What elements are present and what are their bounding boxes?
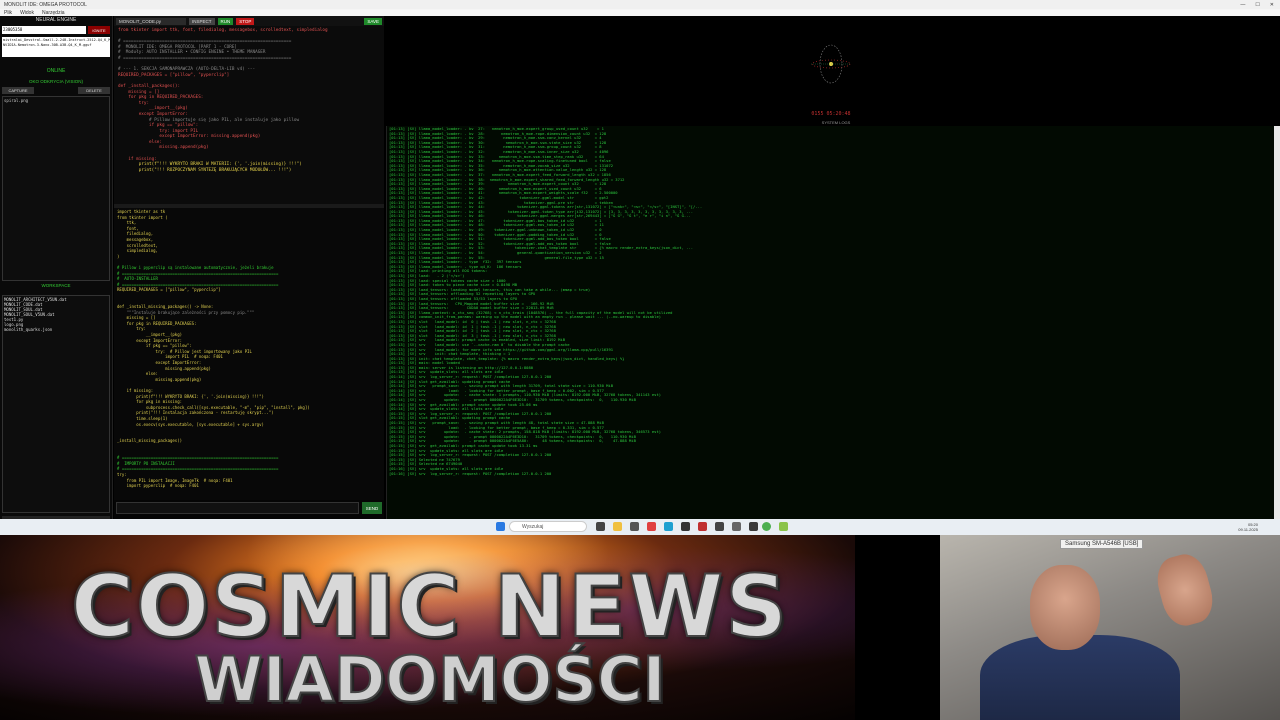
- engine-title: NEURAL ENGINE: [35, 17, 77, 23]
- tab-file[interactable]: MONOLIT_CODE.py: [116, 17, 186, 25]
- banner-edge: [855, 535, 940, 720]
- neural-visualizer: 0155 05:20:48 SYSTEM LOGS: [386, 16, 1280, 126]
- app-icon[interactable]: [732, 522, 741, 531]
- presenter-head: [1030, 565, 1100, 650]
- app-icon[interactable]: [749, 522, 758, 531]
- engine-status: ONLINE: [46, 68, 66, 74]
- list-item[interactable]: monolith_quarks.json: [4, 327, 108, 332]
- camera-device-label: Samsung SM-A546B [USB]: [1060, 539, 1144, 549]
- taskbar-clock[interactable]: 05:20 09.11.2025: [1238, 522, 1258, 532]
- orb-visual: [811, 44, 851, 84]
- windows-start-icon[interactable]: [496, 522, 505, 531]
- banner-subtitle: WIADOMOŚCI: [193, 642, 666, 717]
- file-explorer-icon[interactable]: [613, 522, 622, 531]
- stop-button[interactable]: STOP: [236, 17, 255, 25]
- cosmic-news-banner: COSMIC NEWS WIADOMOŚCI: [0, 535, 940, 720]
- command-input[interactable]: [116, 502, 359, 514]
- send-button[interactable]: SEND: [362, 502, 382, 514]
- ignite-button[interactable]: IGNITE: [88, 26, 110, 34]
- terminal-line: [01:16] [SV] srv log_server_r: request: …: [389, 470, 552, 476]
- window-titlebar: MONOLIT IDE: OMEGA PROTOCOL — ☐ ✕: [0, 0, 1280, 9]
- presenter-body: [980, 635, 1180, 720]
- port-input[interactable]: 23005358: [2, 26, 86, 34]
- task-view-icon[interactable]: [596, 522, 605, 531]
- menu-item-view[interactable]: Widok: [20, 10, 34, 16]
- taskbar: Wyszukaj 05:20 09.11.2025: [0, 519, 1280, 535]
- capture-list[interactable]: spiral.png: [2, 96, 110, 281]
- app-icon[interactable]: [630, 522, 639, 531]
- system-clock: 0155 05:20:48: [811, 111, 851, 117]
- menu-item-file[interactable]: Plik: [4, 10, 12, 16]
- terminal-icon[interactable]: [681, 522, 690, 531]
- model-path-field[interactable]: mistralai_Devstral-Small-2-24B-Instruct-…: [2, 37, 110, 57]
- code-editor: MONOLIT_CODE.py INSPECT RUN STOP SAVE fr…: [114, 16, 384, 520]
- taskbar-date: 09.11.2025: [1238, 527, 1258, 532]
- banner-title: COSMIC NEWS: [70, 556, 790, 658]
- brave-browser-icon[interactable]: [647, 522, 656, 531]
- terminal-scrollbar[interactable]: [1274, 126, 1280, 519]
- terminal-output[interactable]: [01:13] [SV] llama_model_loader: - kv 27…: [386, 126, 1274, 519]
- maximize-icon[interactable]: ☐: [1255, 2, 1259, 8]
- workspace-title: WORKSPACE: [41, 283, 71, 288]
- minimize-icon[interactable]: —: [1240, 2, 1245, 8]
- close-icon[interactable]: ✕: [1270, 2, 1274, 8]
- menu-bar: Plik Widok Narzędzia: [0, 9, 1280, 16]
- edge-browser-icon[interactable]: [664, 522, 673, 531]
- system-logs-label: SYSTEM LOGS: [821, 120, 851, 125]
- chrome-icon[interactable]: [762, 522, 771, 531]
- save-button[interactable]: SAVE: [364, 17, 382, 25]
- app-icon[interactable]: [715, 522, 724, 531]
- taskbar-search[interactable]: Wyszukaj: [509, 521, 587, 532]
- run-button[interactable]: RUN: [217, 17, 234, 25]
- app-icon[interactable]: [779, 522, 788, 531]
- list-item[interactable]: spiral.png: [4, 98, 108, 103]
- presenter-hand: [1151, 549, 1219, 631]
- vision-title: OKO ODKRYCIA (VISION): [29, 79, 83, 84]
- window-title: MONOLIT IDE: OMEGA PROTOCOL: [4, 1, 87, 8]
- delete-button[interactable]: DELETE: [78, 87, 110, 94]
- code-line: import pyperclip # noqa: F401: [117, 483, 199, 489]
- left-panel: NEURAL ENGINE 23005358 IGNITE mistralai_…: [0, 16, 113, 524]
- editor-toolbar: MONOLIT_CODE.py INSPECT RUN STOP SAVE: [114, 16, 384, 26]
- menu-item-tools[interactable]: Narzędzia: [42, 10, 65, 16]
- ai-output-pane[interactable]: import tkinter as tk from tkinter import …: [114, 208, 384, 500]
- inspect-button[interactable]: INSPECT: [189, 17, 215, 25]
- capture-button[interactable]: CAPTURE: [2, 87, 34, 94]
- workspace-file-list[interactable]: MONOLIT_ARCHITECT_V5UN.dat MONOLIT_CODE.…: [2, 295, 110, 513]
- webcam-overlay: Samsung SM-A546B [USB]: [940, 535, 1280, 720]
- code-editor-top[interactable]: from tkinter import ttk, font, filedialo…: [114, 26, 384, 204]
- code-line: print("!!! ROZPOCZYNAM SYNTEZĘ BRAKUJĄCY…: [118, 167, 292, 173]
- recorder-icon[interactable]: [698, 522, 707, 531]
